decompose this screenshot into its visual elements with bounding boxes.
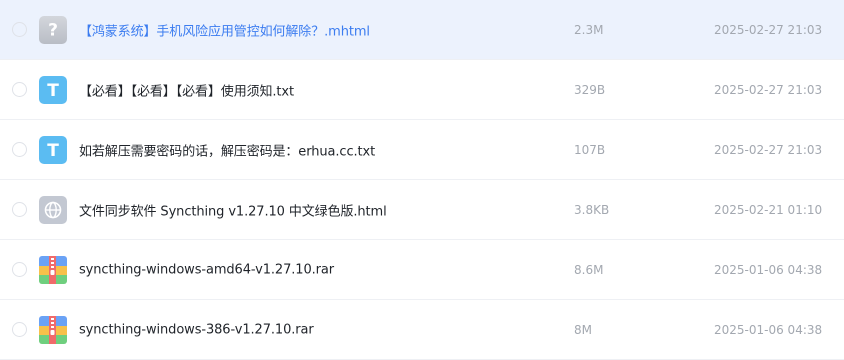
file-name[interactable]: 【必看】【必看】【必看】使用须知.txt	[79, 80, 294, 99]
row-checkbox[interactable]	[12, 321, 27, 337]
file-name[interactable]: 文件同步软件 Syncthing v1.27.10 中文绿色版.html	[79, 200, 387, 219]
row-checkbox[interactable]	[12, 141, 27, 157]
file-row[interactable]: T 如若解压需要密码的话，解压密码是：erhua.cc.txt 107B 202…	[0, 120, 844, 180]
row-checkbox[interactable]	[12, 201, 27, 217]
file-size: 8.6M	[574, 262, 604, 277]
file-list: ? 【鸿蒙系统】手机风险应用管控如何解除？.mhtml 2.3M 2025-02…	[0, 0, 844, 360]
file-name[interactable]: syncthing-windows-386-v1.27.10.rar	[79, 322, 314, 337]
text-icon-glyph: T	[47, 81, 59, 101]
file-modified-date: 2025-01-06 04:38	[714, 322, 823, 337]
file-modified-date: 2025-02-27 21:03	[714, 22, 823, 37]
file-row[interactable]: T 【必看】【必看】【必看】使用须知.txt 329B 2025-02-27 2…	[0, 60, 844, 120]
row-checkbox[interactable]	[12, 261, 27, 277]
file-modified-date: 2025-02-27 21:03	[714, 142, 823, 157]
file-row[interactable]: 文件同步软件 Syncthing v1.27.10 中文绿色版.html 3.8…	[0, 180, 844, 240]
file-modified-date: 2025-01-06 04:38	[714, 262, 823, 277]
text-icon-glyph: T	[47, 141, 59, 161]
file-size: 2.3M	[574, 22, 604, 37]
file-name[interactable]: 如若解压需要密码的话，解压密码是：erhua.cc.txt	[79, 140, 375, 159]
row-checkbox[interactable]	[12, 81, 27, 97]
file-size: 107B	[574, 142, 606, 157]
unknown-icon-glyph: ?	[48, 20, 58, 40]
file-name[interactable]: syncthing-windows-amd64-v1.27.10.rar	[79, 262, 334, 277]
archive-file-icon	[39, 315, 67, 344]
file-size: 3.8KB	[574, 202, 610, 217]
archive-file-icon	[39, 255, 67, 284]
text-file-icon: T	[39, 135, 67, 164]
file-size: 8M	[574, 322, 592, 337]
file-name[interactable]: 【鸿蒙系统】手机风险应用管控如何解除？.mhtml	[79, 20, 370, 39]
text-file-icon: T	[39, 75, 67, 104]
file-row[interactable]: ? 【鸿蒙系统】手机风险应用管控如何解除？.mhtml 2.3M 2025-02…	[0, 0, 844, 60]
file-modified-date: 2025-02-27 21:03	[714, 82, 823, 97]
file-size: 329B	[574, 82, 606, 97]
row-checkbox[interactable]	[12, 21, 27, 37]
web-file-icon	[39, 195, 67, 224]
file-row[interactable]: syncthing-windows-386-v1.27.10.rar 8M 20…	[0, 300, 844, 360]
file-row[interactable]: syncthing-windows-amd64-v1.27.10.rar 8.6…	[0, 240, 844, 300]
unknown-file-icon: ?	[39, 15, 67, 44]
file-modified-date: 2025-02-21 01:10	[714, 202, 823, 217]
